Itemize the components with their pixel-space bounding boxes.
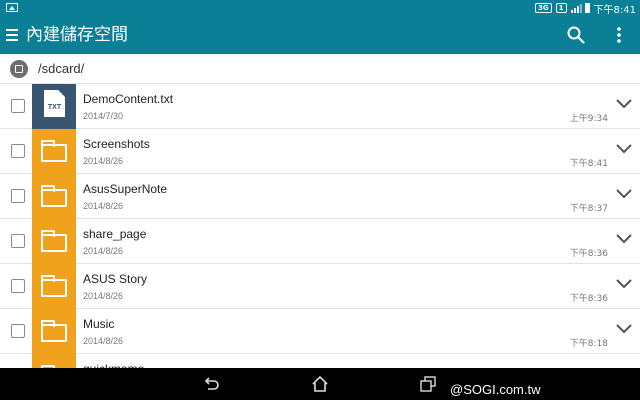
menu-icon[interactable] [6, 28, 18, 42]
watermark: @SOGI.com.tw [450, 382, 541, 397]
recent-apps-icon[interactable] [419, 375, 437, 393]
file-list: TXT DemoContent.txt 2014/7/30 上午9:34 Scr… [0, 84, 640, 368]
status-bar: 3G 1 下午8:41 [0, 0, 640, 16]
item-checkbox[interactable] [11, 324, 25, 338]
breadcrumb: /sdcard/ [0, 54, 640, 84]
sdcard-icon[interactable] [10, 60, 28, 78]
file-thumbnail [32, 264, 76, 309]
item-time: 下午8:18 [569, 339, 608, 349]
chevron-down-icon[interactable] [615, 278, 633, 290]
list-item[interactable]: AsusSuperNote 2014/8/26 下午8:37 [0, 174, 640, 219]
chevron-down-icon[interactable] [615, 98, 633, 110]
file-thumbnail: TXT [32, 84, 76, 129]
list-item[interactable]: Music 2014/8/26 下午8:18 [0, 309, 640, 354]
item-time: 下午8:36 [569, 249, 608, 259]
folder-icon [40, 275, 67, 297]
folder-icon [40, 230, 67, 252]
item-name: share_page [83, 227, 147, 241]
item-checkbox[interactable] [11, 189, 25, 203]
more-options-icon[interactable] [612, 25, 626, 45]
item-date: 2014/8/26 [83, 291, 124, 301]
page-title: 內建儲存空間 [26, 25, 128, 45]
gallery-notification-icon [6, 3, 18, 12]
signal-icon [570, 3, 582, 13]
chevron-down-icon[interactable] [615, 188, 633, 200]
file-type-label: TXT [47, 104, 62, 111]
item-name: DemoContent.txt [83, 92, 174, 106]
current-path: /sdcard/ [38, 61, 85, 76]
text-file-icon: TXT [44, 90, 65, 117]
list-item[interactable]: TXT DemoContent.txt 2014/7/30 上午9:34 [0, 84, 640, 129]
chevron-down-icon[interactable] [615, 323, 633, 335]
item-time: 下午8:37 [569, 204, 608, 214]
item-time: 下午8:41 [569, 159, 608, 169]
search-icon[interactable] [566, 25, 586, 45]
navigation-bar: @SOGI.com.tw [0, 368, 640, 400]
chevron-down-icon[interactable] [615, 143, 633, 155]
item-name: ASUS Story [83, 272, 148, 286]
item-name: AsusSuperNote [83, 182, 168, 196]
item-date: 2014/7/30 [83, 111, 124, 121]
folder-icon [40, 320, 67, 342]
item-date: 2014/8/26 [83, 336, 124, 346]
item-date: 2014/8/26 [83, 201, 124, 211]
status-time: 下午8:41 [593, 4, 636, 16]
file-thumbnail [32, 354, 76, 368]
item-date: 2014/8/26 [83, 156, 124, 166]
chevron-down-icon[interactable] [615, 233, 633, 245]
item-checkbox[interactable] [11, 279, 25, 293]
file-thumbnail [32, 219, 76, 264]
back-icon[interactable] [202, 375, 220, 393]
list-item[interactable]: share_page 2014/8/26 下午8:36 [0, 219, 640, 264]
app-bar: 內建儲存空間 [0, 16, 640, 54]
item-time: 上午9:34 [569, 114, 608, 124]
file-thumbnail [32, 309, 76, 354]
list-item[interactable]: Screenshots 2014/8/26 下午8:41 [0, 129, 640, 174]
battery-icon [584, 3, 590, 13]
item-name: Music [83, 317, 115, 331]
item-checkbox[interactable] [11, 144, 25, 158]
item-name: Screenshots [83, 137, 150, 151]
item-checkbox[interactable] [11, 234, 25, 248]
item-time: 下午8:36 [569, 294, 608, 304]
network-type-badge: 3G [535, 3, 552, 13]
list-item[interactable]: ASUS Story 2014/8/26 下午8:36 [0, 264, 640, 309]
home-icon[interactable] [311, 375, 329, 393]
item-date: 2014/8/26 [83, 246, 124, 256]
file-thumbnail [32, 174, 76, 219]
sim-badge: 1 [555, 3, 567, 13]
file-thumbnail [32, 129, 76, 174]
folder-icon [40, 140, 67, 162]
item-checkbox[interactable] [11, 99, 25, 113]
folder-icon [40, 185, 67, 207]
list-item[interactable]: quickmemo [0, 354, 640, 368]
